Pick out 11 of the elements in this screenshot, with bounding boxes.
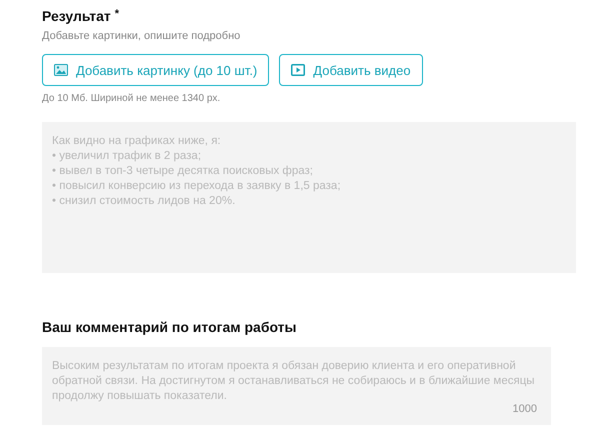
image-icon [54,64,68,76]
result-field[interactable]: Как видно на графиках ниже, я: • увеличил трафик в 2 раза; • вывел в топ-3 четыре десятка поисковых фраз; • повысил конверсию из перехода в заявку в 1,5 раза; • снизил стоимость лидов на 20%. [42,122,576,273]
section-title: Ваш комментарий по итогам работы [42,319,296,335]
upload-note: До 10 Мб. Шириной не менее 1340 px. [42,93,222,104]
character-counter: 1000 [512,403,537,415]
hint-text: Добавьте картинки, опишите подробно [42,30,242,42]
add-video-button[interactable]: Добавить видео [279,54,423,86]
required-mark: * [114,8,120,20]
section-title: Результат [42,8,111,24]
play-icon [291,64,306,76]
add-image-button[interactable]: Добавить картинку (до 10 шт.) [42,54,270,86]
